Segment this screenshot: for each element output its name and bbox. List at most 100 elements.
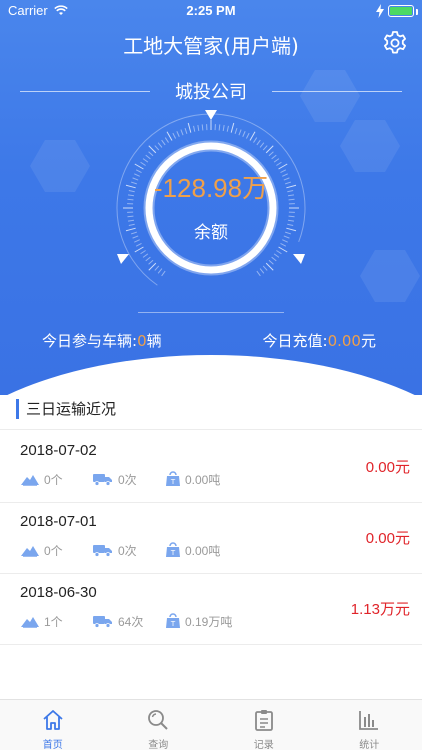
dial-tick: [271, 256, 277, 262]
dial-tick: [249, 131, 256, 141]
trips-metric: 0次: [92, 471, 137, 487]
svg-text:T: T: [170, 478, 176, 486]
hexagon-decoration: [340, 120, 400, 172]
dial-tick: [242, 131, 246, 137]
dial-tick: [271, 154, 277, 160]
trips-value: 0次: [118, 472, 137, 487]
truck-icon: [93, 474, 112, 486]
dial-tick: [154, 265, 160, 271]
dial-tick: [253, 137, 258, 143]
tonnage-metric: T 0.00吨: [165, 471, 220, 487]
trips-value: 0次: [118, 543, 137, 558]
dirt-pile-icon: [21, 617, 39, 628]
dial-tick: [256, 270, 261, 277]
truck-icon: [93, 545, 112, 557]
list-item[interactable]: 2018-07-02 0个 0次 T 0.00吨 0.00元: [0, 432, 422, 503]
tonnage-metric: T 0.00吨: [165, 542, 220, 558]
dial-tick: [222, 124, 225, 132]
dial-tick: [273, 253, 280, 258]
dial-tick: [176, 131, 180, 137]
dial-tick: [134, 246, 144, 253]
dial-tick: [148, 151, 154, 157]
record-amount: 0.00元: [365, 530, 410, 547]
weight-icon: T: [166, 471, 180, 486]
dial-tick: [187, 122, 192, 133]
hexagon-decoration: [360, 250, 420, 302]
weight-icon: T: [166, 613, 180, 628]
dial-tick: [161, 270, 166, 277]
list-item[interactable]: 2018-07-01 0个 0次 T 0.00吨 0.00元: [0, 503, 422, 574]
dial-tick: [140, 161, 146, 166]
charging-icon: [376, 4, 384, 18]
dial-tick: [157, 268, 163, 274]
dial-tick: [193, 125, 196, 132]
tab-bar: 首页 查询 记录 统计: [0, 699, 422, 750]
dial-tick: [276, 250, 282, 255]
dial-tick: [145, 154, 151, 160]
loads-value: 1个: [44, 614, 63, 629]
dial-tick: [184, 127, 188, 134]
recharge-stat: 今日充值:0.00元: [263, 330, 376, 351]
tab-label: 首页: [42, 740, 63, 750]
company-name: 城投公司: [175, 82, 247, 103]
vehicles-stat: 今日参与车辆:0辆: [42, 330, 162, 351]
dial-tick: [180, 129, 184, 136]
dial-tick: [154, 145, 160, 151]
record-date: 2018-07-02: [20, 442, 97, 459]
dial-tick: [166, 131, 173, 141]
dial-tick: [145, 256, 151, 262]
tab-label: 查询: [148, 740, 169, 750]
dial-tick: [201, 124, 204, 131]
account-hero: Carrier 2:25 PM 工地大管家(用户端) 城投公司 -128.98万…: [0, 0, 422, 395]
dial-tick: [148, 259, 154, 265]
loads-metric: 0个: [20, 471, 63, 487]
list-item[interactable]: 2018-06-30 1个 64次 T 0.19万吨 1.13万元: [0, 574, 422, 645]
hero-curve: [0, 355, 422, 395]
balance-dial: [116, 110, 306, 303]
dial-tick: [148, 145, 157, 154]
dial-pointer-left: [117, 254, 129, 264]
gear-icon[interactable]: [382, 30, 408, 56]
dial-tick: [140, 250, 146, 255]
tab-search[interactable]: 查询: [106, 700, 212, 750]
dirt-pile-icon: [21, 475, 39, 486]
dial-tick: [230, 122, 235, 133]
dial-tick: [172, 132, 177, 139]
dial-tick: [127, 215, 134, 218]
dial-tick: [226, 125, 229, 132]
trips-metric: 0次: [92, 542, 137, 558]
dial-tick: [161, 139, 166, 146]
dial-tick: [259, 268, 265, 274]
dial-tick: [256, 139, 261, 146]
recharge-unit: 元: [360, 332, 376, 350]
dial-tick: [234, 127, 238, 134]
tonnage-metric: T 0.19万吨: [165, 613, 232, 629]
tab-records[interactable]: 记录: [211, 700, 317, 750]
svg-text:T: T: [170, 549, 176, 557]
truck-icon: [93, 616, 112, 628]
svg-text:T: T: [170, 620, 176, 628]
dial-tick: [265, 145, 274, 154]
dial-tick: [135, 242, 142, 247]
tab-home[interactable]: 首页: [0, 700, 106, 750]
trips-value: 64次: [118, 614, 144, 629]
transport-records: 2018-07-02 0个 0次 T 0.00吨 0.00元 2018-07-0…: [0, 432, 422, 645]
home-icon: [43, 710, 63, 730]
search-icon: [148, 710, 168, 730]
record-amount: 0.00元: [365, 459, 410, 476]
tab-label: 统计: [359, 740, 380, 750]
record-date: 2018-07-01: [20, 513, 97, 530]
section-title: 三日运输近况: [26, 400, 117, 418]
record-date: 2018-06-30: [20, 584, 97, 601]
tab-statistics[interactable]: 统计: [317, 700, 422, 750]
dial-tick: [280, 242, 287, 247]
dial-tick: [197, 124, 200, 132]
tab-label: 记录: [253, 740, 274, 750]
dial-tick: [238, 129, 242, 136]
tonnage-value: 0.19万吨: [185, 614, 233, 629]
trips-metric: 64次: [92, 613, 143, 629]
weight-icon: T: [166, 542, 180, 557]
record-amount: 1.13万元: [350, 601, 410, 618]
vehicles-value: 0: [137, 332, 147, 350]
bar-chart-icon: [359, 711, 379, 730]
